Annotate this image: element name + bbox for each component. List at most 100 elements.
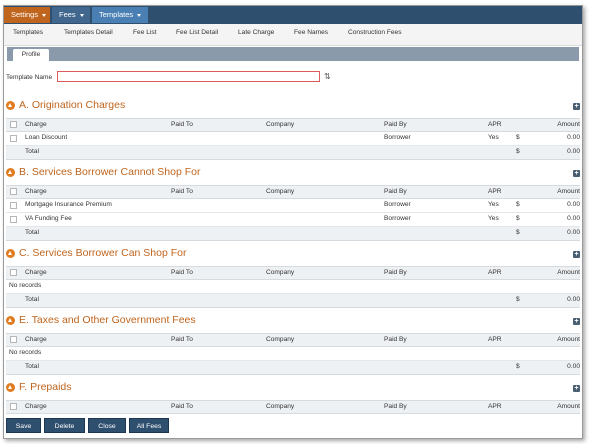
close-button[interactable]: Close: [88, 418, 126, 433]
column-paid-to: Paid To: [171, 188, 193, 195]
charge-cell: Mortgage Insurance Premium: [25, 201, 112, 208]
tab-profile[interactable]: Profile: [13, 49, 49, 61]
collapse-icon[interactable]: [6, 383, 15, 392]
subtab-templates-detail[interactable]: Templates Detail: [64, 29, 113, 36]
add-icon[interactable]: +: [573, 251, 580, 258]
subtab-fee-names[interactable]: Fee Names: [294, 29, 328, 36]
select-all-checkbox[interactable]: [10, 121, 17, 128]
column-amount: Amount: [557, 188, 580, 195]
collapse-icon[interactable]: [6, 168, 15, 177]
add-icon[interactable]: +: [573, 103, 580, 110]
section-e-table-header: Charge Paid To Company Paid By APR Amoun…: [6, 333, 580, 347]
column-charge: Charge: [25, 403, 47, 410]
save-button[interactable]: Save: [6, 418, 41, 433]
row-checkbox[interactable]: [10, 216, 17, 223]
templates-menu-label: Templates: [99, 10, 134, 19]
column-apr: APR: [488, 269, 502, 276]
collapse-icon[interactable]: [6, 101, 15, 110]
add-icon[interactable]: +: [573, 385, 580, 392]
select-all-checkbox[interactable]: [10, 336, 17, 343]
section-e-total-row: Total $ 0.00: [6, 361, 580, 375]
table-row[interactable]: Mortgage Insurance Premium Borrower Yes …: [6, 199, 580, 213]
subtab-fee-list-detail[interactable]: Fee List Detail: [176, 29, 218, 36]
column-company: Company: [266, 121, 295, 128]
no-records-row: No records: [6, 280, 580, 294]
section-c-table-header: Charge Paid To Company Paid By APR Amoun…: [6, 266, 580, 280]
column-company: Company: [266, 336, 295, 343]
delete-button[interactable]: Delete: [44, 418, 85, 433]
chevron-down-icon: [137, 13, 142, 17]
select-all-checkbox[interactable]: [10, 269, 17, 276]
column-amount: Amount: [557, 403, 580, 410]
settings-menu-button[interactable]: Settings: [4, 7, 50, 23]
column-amount: Amount: [557, 121, 580, 128]
column-paid-to: Paid To: [171, 121, 193, 128]
section-b-title: B. Services Borrower Cannot Shop For: [19, 166, 201, 178]
apr-cell: Yes: [488, 215, 499, 222]
paid-by-cell: Borrower: [384, 134, 411, 141]
column-paid-to: Paid To: [171, 403, 193, 410]
templates-menu-button[interactable]: Templates: [92, 7, 148, 23]
section-c-title: C. Services Borrower Can Shop For: [19, 247, 187, 259]
action-button-bar: Save Delete Close All Fees: [4, 417, 582, 438]
table-row[interactable]: VA Funding Fee Borrower Yes $ 0.00: [6, 213, 580, 227]
section-a-table-header: Charge Paid To Company Paid By APR Amoun…: [6, 118, 580, 132]
no-records-text: No records: [9, 282, 42, 289]
apr-cell: Yes: [488, 201, 499, 208]
subtab-construction-fees[interactable]: Construction Fees: [348, 29, 402, 36]
total-amount: 0.00: [567, 148, 580, 155]
section-a-total-row: Total $ 0.00: [6, 146, 580, 160]
subtab-templates[interactable]: Templates: [13, 29, 43, 36]
subtab-late-charge[interactable]: Late Charge: [238, 29, 274, 36]
section-f-header: F. Prepaids +: [4, 381, 582, 395]
total-label: Total: [25, 296, 39, 303]
subtab-fee-list[interactable]: Fee List: [133, 29, 156, 36]
row-checkbox[interactable]: [10, 202, 17, 209]
app-window: Settings Fees Templates Templates Templa…: [3, 5, 583, 439]
column-amount: Amount: [557, 336, 580, 343]
column-company: Company: [266, 188, 295, 195]
apr-cell: Yes: [488, 134, 499, 141]
total-label: Total: [25, 363, 39, 370]
amount-cell: 0.00: [567, 134, 580, 141]
add-icon[interactable]: +: [573, 170, 580, 177]
sort-icon[interactable]: ⇅: [324, 71, 331, 82]
table-row[interactable]: Loan Discount Borrower Yes $ 0.00: [6, 132, 580, 146]
chevron-down-icon: [79, 13, 84, 17]
column-charge: Charge: [25, 188, 47, 195]
charge-cell: VA Funding Fee: [25, 215, 72, 222]
column-paid-to: Paid To: [171, 336, 193, 343]
all-fees-button[interactable]: All Fees: [129, 418, 169, 433]
top-menu-bar: Settings Fees Templates: [4, 6, 582, 24]
select-all-checkbox[interactable]: [10, 188, 17, 195]
select-all-checkbox[interactable]: [10, 403, 17, 410]
section-c-total-row: Total $ 0.00: [6, 294, 580, 308]
fees-menu-button[interactable]: Fees: [52, 7, 90, 23]
settings-menu-label: Settings: [11, 10, 39, 19]
column-paid-by: Paid By: [384, 188, 407, 195]
column-amount: Amount: [557, 269, 580, 276]
no-records-row: No records: [6, 347, 580, 361]
total-amount: 0.00: [567, 296, 580, 303]
add-icon[interactable]: +: [573, 318, 580, 325]
column-charge: Charge: [25, 269, 47, 276]
section-c-header: C. Services Borrower Can Shop For +: [4, 247, 582, 261]
section-a-title: A. Origination Charges: [19, 99, 126, 111]
collapse-icon[interactable]: [6, 249, 15, 258]
collapse-icon[interactable]: [6, 316, 15, 325]
amount-cell: 0.00: [567, 215, 580, 222]
template-name-input[interactable]: [57, 71, 320, 82]
total-amount: 0.00: [567, 363, 580, 370]
column-paid-to: Paid To: [171, 269, 193, 276]
section-e-title: E. Taxes and Other Government Fees: [19, 314, 196, 326]
total-label: Total: [25, 229, 39, 236]
column-paid-by: Paid By: [384, 121, 407, 128]
column-apr: APR: [488, 336, 502, 343]
profile-tab-strip: Profile: [7, 47, 579, 61]
fees-menu-label: Fees: [59, 10, 76, 19]
total-amount: 0.00: [567, 229, 580, 236]
row-checkbox[interactable]: [10, 135, 17, 142]
total-label: Total: [25, 148, 39, 155]
section-f-table-header: Charge Paid To Company Paid By APR Amoun…: [6, 400, 580, 414]
paid-by-cell: Borrower: [384, 215, 411, 222]
